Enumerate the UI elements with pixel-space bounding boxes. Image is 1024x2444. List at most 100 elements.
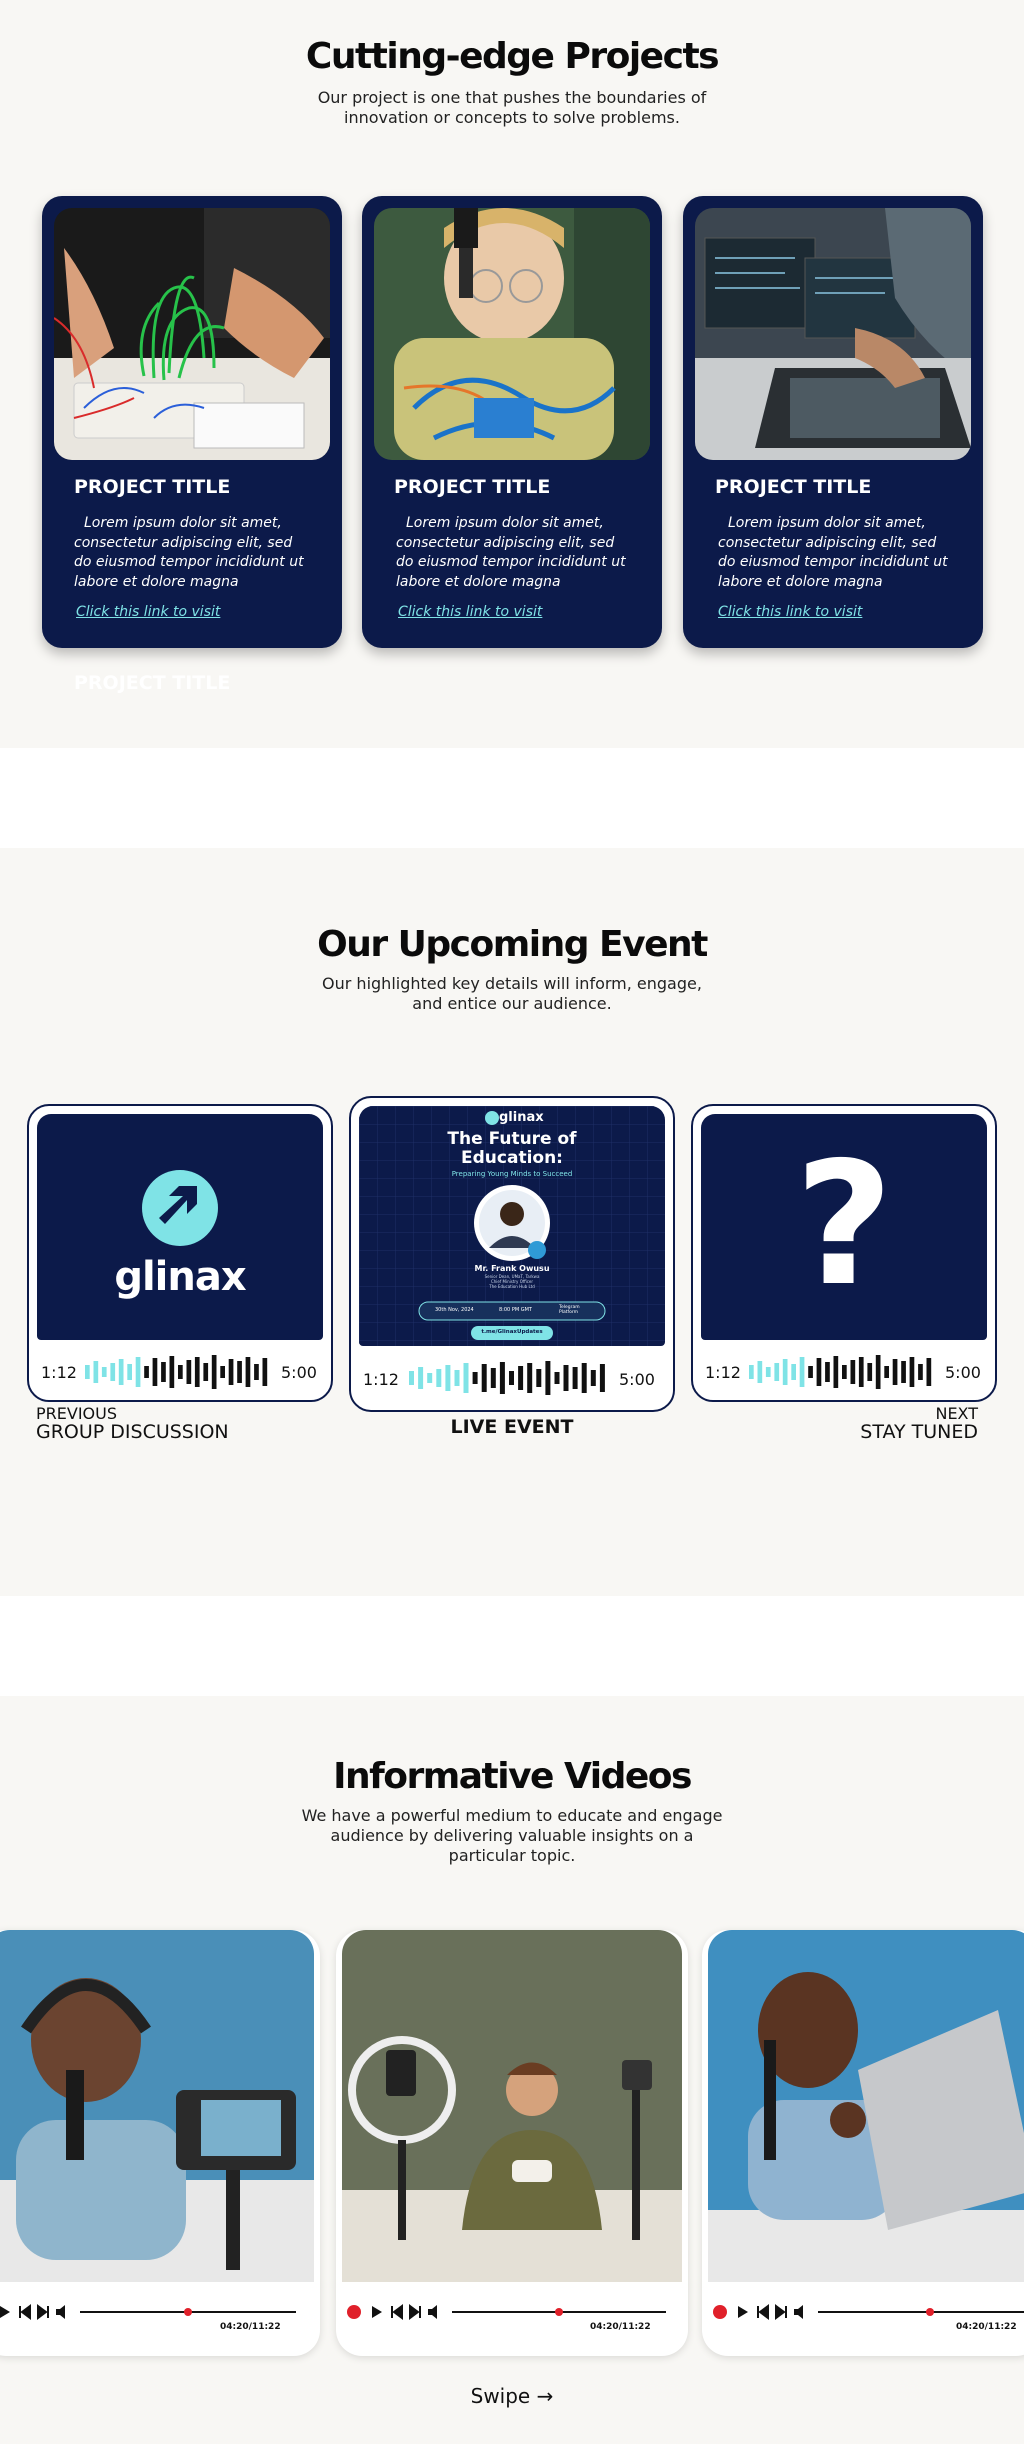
flyer-platform: Telegram Platform bbox=[559, 1305, 580, 1315]
swipe-button[interactable]: Swipe → bbox=[0, 2384, 1024, 2408]
audio-waveform[interactable] bbox=[85, 1352, 271, 1392]
events-title: Our Upcoming Event bbox=[317, 924, 708, 965]
video-timecode: 04:20/11:22 bbox=[220, 2322, 281, 2332]
event-flyer: glinax The Future of Education: Preparin… bbox=[359, 1106, 665, 1346]
waveform-bar bbox=[254, 1364, 259, 1380]
project-title: PROJECT TITLE bbox=[74, 476, 231, 498]
project-description: Lorem ipsum dolor sit amet, consectetur … bbox=[396, 515, 626, 590]
waveform-bar bbox=[536, 1369, 542, 1387]
audio-time-start: 1:12 bbox=[705, 1363, 741, 1382]
play-icon bbox=[738, 2306, 748, 2318]
projects-section: Cutting-edge Projects Our project is one… bbox=[0, 0, 1024, 748]
video-timecode: 04:20/11:22 bbox=[956, 2322, 1017, 2332]
volume-icon bbox=[428, 2305, 437, 2319]
video-thumbnail-podcast bbox=[0, 1930, 314, 2282]
waveform-bar bbox=[118, 1359, 124, 1385]
waveform-bar bbox=[527, 1363, 533, 1393]
volume-icon bbox=[56, 2305, 65, 2319]
waveform-bar bbox=[135, 1357, 141, 1387]
project-title: PROJECT TITLE bbox=[715, 476, 872, 498]
waveform-bar bbox=[93, 1361, 99, 1383]
next-title[interactable]: STAY TUNED bbox=[860, 1421, 978, 1443]
video-progress-thumb bbox=[555, 2308, 563, 2316]
waveform-bar bbox=[211, 1355, 217, 1389]
waveform-bar bbox=[454, 1370, 460, 1386]
waveform-bar bbox=[554, 1372, 560, 1384]
audio-time-start: 1:12 bbox=[363, 1370, 399, 1389]
skip-forward-icon bbox=[409, 2304, 421, 2320]
flyer-brand: glinax bbox=[499, 1110, 544, 1125]
waveform-bar bbox=[808, 1366, 813, 1378]
videos-title: Informative Videos bbox=[333, 1756, 692, 1797]
video-card[interactable]: 04:20/11:22 bbox=[0, 1930, 320, 2356]
flyer-headline-2: Education: bbox=[461, 1148, 563, 1168]
mystery-tile: ? bbox=[701, 1114, 987, 1340]
waveform-bar bbox=[228, 1359, 234, 1385]
waveform-bar bbox=[161, 1362, 166, 1382]
project-image-breadboard bbox=[54, 208, 330, 460]
glinax-wordmark: glinax bbox=[114, 1254, 246, 1300]
flyer-handle: t.me/GlinaxUpdates bbox=[481, 1329, 543, 1335]
videos-subtitle: We have a powerful medium to educate and… bbox=[301, 1806, 723, 1865]
audio-time-end: 5:00 bbox=[619, 1370, 655, 1389]
waveform-bar bbox=[918, 1364, 923, 1380]
waveform-bar bbox=[110, 1363, 116, 1381]
waveform-bar bbox=[262, 1358, 268, 1386]
audio-time-start: 1:12 bbox=[41, 1363, 77, 1382]
event-card-previous[interactable]: glinax 1:12 5:00 bbox=[27, 1104, 333, 1402]
events-subtitle: Our highlighted key details will inform,… bbox=[322, 974, 702, 1013]
video-thumbnail-kitchen bbox=[342, 1930, 682, 2282]
waveform-bar bbox=[749, 1365, 754, 1379]
event-card-next[interactable]: ? 1:12 5:00 bbox=[691, 1104, 997, 1402]
waveform-bar bbox=[445, 1365, 451, 1391]
video-card[interactable]: 04:20/11:22 bbox=[702, 1930, 1024, 2356]
waveform-bar bbox=[774, 1363, 780, 1381]
waveform-bar bbox=[757, 1361, 763, 1383]
skip-back-icon bbox=[757, 2304, 769, 2320]
audio-waveform[interactable] bbox=[749, 1352, 935, 1392]
play-icon bbox=[372, 2306, 382, 2318]
video-progress-thumb bbox=[184, 2308, 192, 2316]
project-title: PROJECT TITLE bbox=[74, 672, 231, 694]
event-card-live[interactable]: glinax The Future of Education: Preparin… bbox=[349, 1096, 675, 1412]
waveform-bar bbox=[418, 1367, 424, 1389]
project-link[interactable]: Click this link to visit bbox=[76, 604, 220, 620]
waveform-bar bbox=[909, 1357, 915, 1387]
video-card[interactable]: 04:20/11:22 bbox=[336, 1930, 688, 2356]
waveform-bar bbox=[427, 1373, 433, 1383]
waveform-bar bbox=[765, 1367, 771, 1377]
waveform-bar bbox=[892, 1359, 898, 1385]
waveform-bar bbox=[194, 1357, 200, 1387]
project-link[interactable]: Click this link to visit bbox=[398, 604, 542, 620]
waveform-bar bbox=[884, 1366, 889, 1378]
waveform-bar bbox=[127, 1364, 132, 1380]
skip-back-icon bbox=[19, 2304, 31, 2320]
waveform-bar bbox=[144, 1366, 149, 1378]
flyer-time: 8:00 PM GMT bbox=[499, 1307, 532, 1313]
waveform-bar bbox=[101, 1367, 107, 1377]
waveform-bar bbox=[245, 1357, 251, 1387]
record-icon bbox=[347, 2305, 361, 2319]
projects-subtitle: Our project is one that pushes the bound… bbox=[317, 88, 707, 127]
waveform-bar bbox=[509, 1371, 514, 1385]
skip-forward-icon bbox=[775, 2304, 787, 2320]
waveform-bar bbox=[581, 1363, 587, 1393]
flyer-tagline: Preparing Young Minds to Succeed bbox=[451, 1170, 573, 1178]
waveform-bar bbox=[152, 1358, 158, 1386]
waveform-bar bbox=[791, 1364, 796, 1380]
waveform-bar bbox=[590, 1370, 596, 1386]
waveform-bar bbox=[472, 1372, 478, 1384]
audio-waveform[interactable] bbox=[409, 1358, 609, 1398]
waveform-bar bbox=[816, 1358, 822, 1386]
waveform-bar bbox=[203, 1363, 209, 1381]
waveform-bar bbox=[490, 1368, 496, 1388]
project-link[interactable]: Click this link to visit bbox=[718, 604, 862, 620]
waveform-bar bbox=[842, 1365, 847, 1379]
video-thumbnail-laptop bbox=[708, 1930, 1024, 2282]
waveform-bar bbox=[563, 1365, 569, 1391]
project-image-laptop bbox=[695, 208, 971, 460]
waveform-bar bbox=[499, 1362, 505, 1394]
question-mark-icon: ? bbox=[794, 1126, 894, 1324]
waveform-bar bbox=[572, 1367, 578, 1389]
waveform-bar bbox=[599, 1364, 605, 1392]
